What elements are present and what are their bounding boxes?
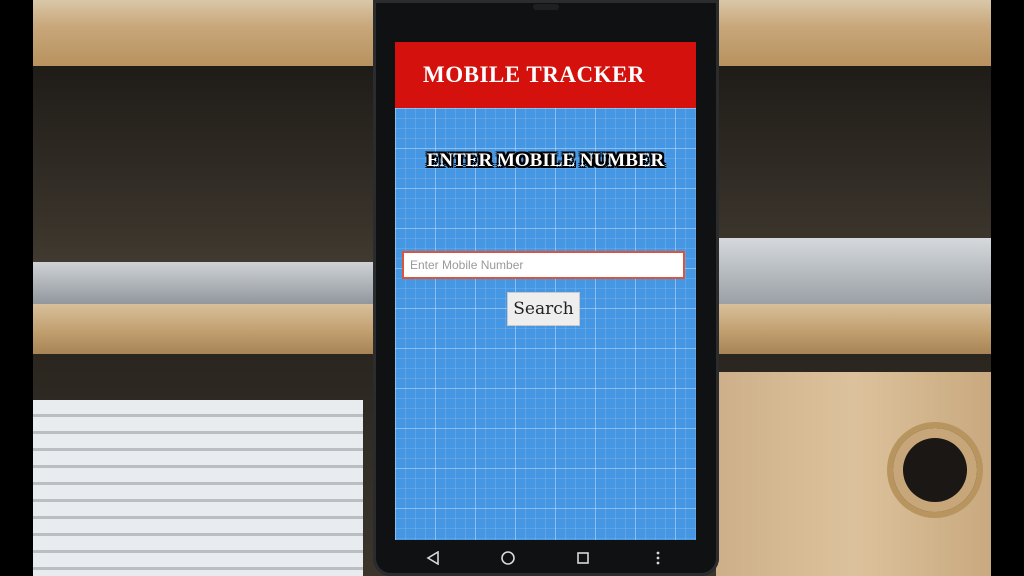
home-circle-icon <box>501 551 515 565</box>
overflow-menu-button[interactable] <box>638 543 678 573</box>
app-header: MOBILE TRACKER <box>395 42 696 108</box>
mobile-number-input[interactable] <box>402 251 685 279</box>
drawer-handle-hole <box>893 428 977 512</box>
search-button[interactable]: Search <box>507 292 580 326</box>
paper-stack <box>33 400 363 576</box>
app-screen: MOBILE TRACKER ENTER MOBILE NUMBER Searc… <box>395 42 696 540</box>
app-title: MOBILE TRACKER <box>423 62 645 87</box>
wooden-drawer <box>716 372 991 576</box>
paper-stack <box>33 262 373 306</box>
recents-square-icon <box>577 552 589 564</box>
recents-button[interactable] <box>563 543 603 573</box>
back-button[interactable] <box>413 543 453 573</box>
home-button[interactable] <box>488 543 528 573</box>
android-nav-bar <box>395 540 696 576</box>
phone: MOBILE TRACKER ENTER MOBILE NUMBER Searc… <box>373 0 719 576</box>
back-triangle-icon <box>426 551 439 565</box>
overflow-dots-icon <box>656 551 660 565</box>
paper-stack <box>711 238 991 304</box>
phone-speaker <box>533 4 559 10</box>
enter-number-prompt: ENTER MOBILE NUMBER <box>426 150 665 171</box>
